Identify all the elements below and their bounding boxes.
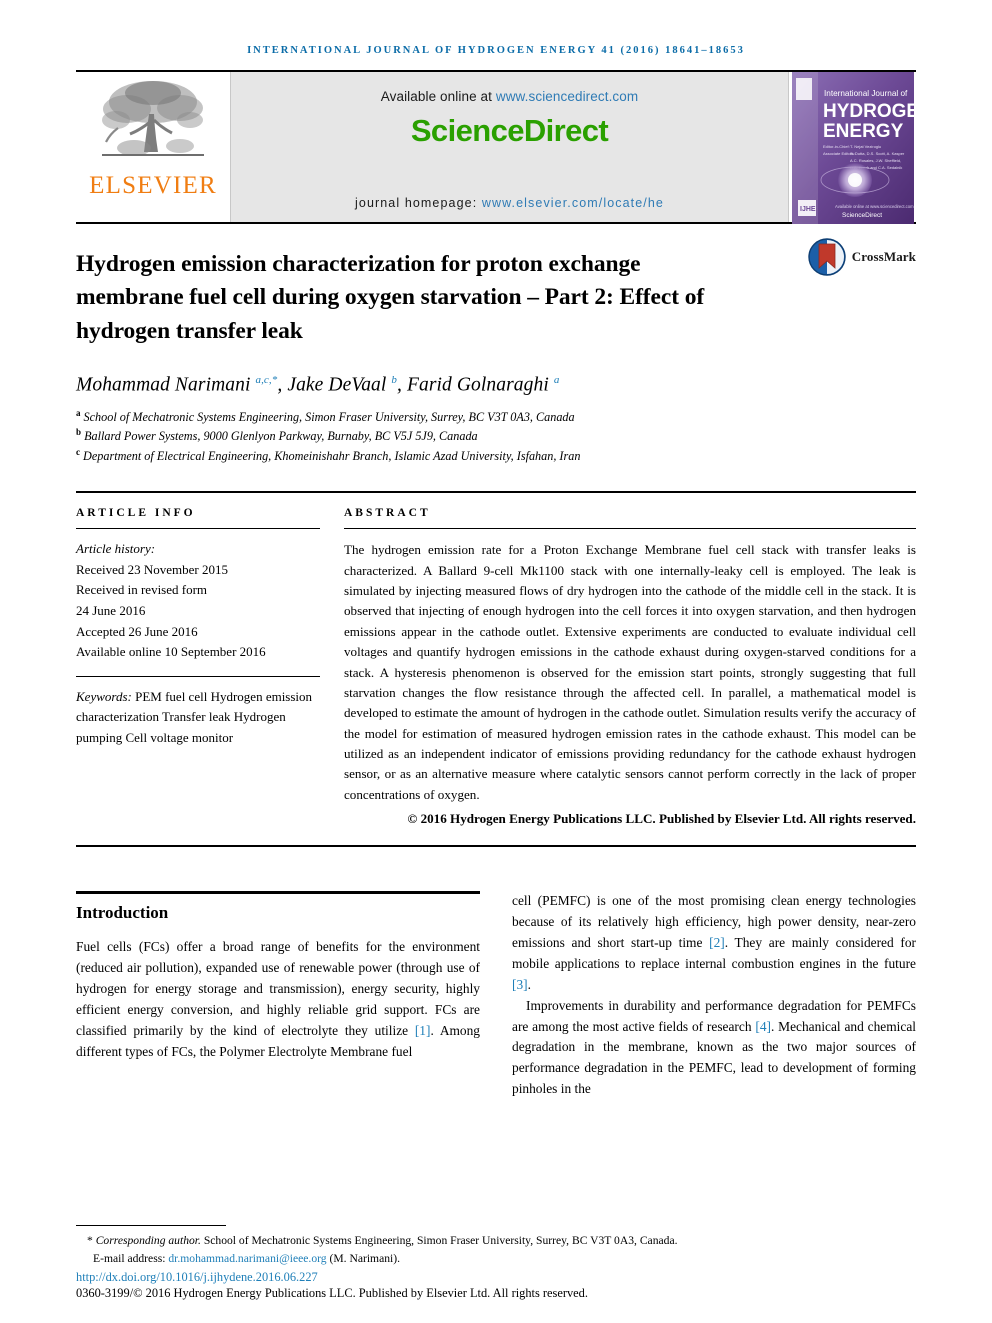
elsevier-wordmark: ELSEVIER	[89, 172, 217, 199]
issn-copyright-line: 0360-3199/© 2016 Hydrogen Energy Publica…	[76, 1286, 588, 1300]
journal-homepage-link[interactable]: www.elsevier.com/locate/he	[482, 196, 664, 210]
journal-masthead: ELSEVIER Available online at www.science…	[76, 70, 916, 224]
citation-ref-4[interactable]: [4]	[755, 1019, 771, 1034]
page-title: Hydrogen emission characterization for p…	[76, 251, 705, 344]
title-block: Hydrogen emission characterization for p…	[76, 224, 916, 348]
keyword-item: Transfer leak	[162, 709, 231, 725]
article-info-heading: Article info	[76, 507, 196, 520]
available-online-text: Available online at	[380, 89, 496, 104]
intro-right-c: .	[527, 976, 531, 992]
corresponding-author-label: Corresponding author.	[95, 1234, 201, 1248]
page-footnote: * Corresponding author. School of Mechat…	[76, 1225, 916, 1301]
svg-text:ScienceDirect: ScienceDirect	[842, 212, 882, 219]
history-line: 24 June 2016	[76, 603, 146, 618]
available-online-line: Available online at www.sciencedirect.co…	[381, 89, 639, 104]
elsevier-tree-icon	[102, 81, 204, 156]
footnote-rule	[76, 1225, 226, 1227]
sciencedirect-wordmark: ScienceDirect	[410, 113, 609, 148]
abstract-column: Abstract The hydrogen emission rate for …	[344, 507, 916, 827]
elsevier-logo-block: ELSEVIER	[76, 72, 231, 222]
journal-homepage-label: journal homepage:	[355, 196, 482, 210]
svg-text:HYDROGEN: HYDROGEN	[823, 101, 914, 122]
article-page: International Journal of Hydrogen Energy…	[0, 0, 992, 1323]
section-rule	[76, 891, 480, 895]
article-info-separator	[76, 675, 320, 677]
affiliation-list: a School of Mechatronic Systems Engineer…	[76, 407, 916, 466]
article-info-rule	[76, 528, 320, 530]
crossmark-icon	[808, 238, 846, 276]
author-list: Mohammad Narimani a,c,*, Jake DeVaal b, …	[76, 374, 560, 396]
email-line: E-mail address: dr.mohammad.narimani@iee…	[76, 1250, 916, 1267]
svg-text:A.C. Rosales, J.W. Sheffield,: A.C. Rosales, J.W. Sheffield,	[850, 158, 901, 163]
history-line: Received 23 November 2015	[76, 561, 228, 577]
abstract-heading: Abstract	[344, 507, 431, 520]
email-suffix: (M. Narimani).	[326, 1251, 401, 1265]
paragraph: cell (PEMFC) is one of the most promisin…	[512, 891, 916, 996]
paragraph: Fuel cells (FCs) offer a broad range of …	[76, 937, 480, 1062]
email-link[interactable]: dr.mohammad.narimani@ieee.org	[168, 1252, 326, 1265]
svg-text:S. Dutta, D.S. Scott, A. Kaspe: S. Dutta, D.S. Scott, A. Kasper	[850, 151, 905, 156]
affiliation-marker: a	[76, 407, 81, 418]
svg-text:Editor-in-Chief:: Editor-in-Chief:	[823, 144, 850, 149]
history-line: Available online 10 September 2016	[76, 644, 266, 660]
history-line: Received in revised form	[76, 582, 208, 598]
journal-homepage-line: journal homepage: www.elsevier.com/locat…	[231, 196, 788, 210]
keywords-heading: Keywords:	[76, 688, 132, 704]
abstract-rule	[344, 528, 916, 530]
keyword-item: PEM fuel cell	[135, 688, 208, 704]
crossmark-badge[interactable]: CrossMark	[808, 238, 916, 276]
article-info-column: Article info Article history: Received 2…	[76, 507, 320, 827]
article-history-heading: Article history:	[76, 541, 156, 557]
article-history-block: Article history: Received 23 November 20…	[76, 539, 320, 662]
abstract-bottom-rule	[76, 845, 916, 848]
section-heading-introduction: Introduction	[76, 903, 169, 923]
affiliation-marker: c	[76, 446, 80, 457]
svg-text:International Journal of: International Journal of	[824, 89, 908, 98]
journal-cover-image: International Journal of HYDROGEN ENERGY…	[791, 72, 914, 224]
corresponding-author-line: * Corresponding author. School of Mechat…	[76, 1232, 916, 1249]
body-column-left: Introduction Fuel cells (FCs) offer a br…	[76, 891, 480, 1100]
affiliation-marker: b	[76, 427, 82, 438]
info-abstract-region: Article info Article history: Received 2…	[76, 491, 916, 827]
corresponding-author-address: School of Mechatronic Systems Engineerin…	[200, 1234, 678, 1248]
email-label: E-mail address:	[93, 1251, 169, 1265]
abstract-text: The hydrogen emission rate for a Proton …	[344, 542, 916, 802]
body-column-right: cell (PEMFC) is one of the most promisin…	[512, 891, 916, 1100]
crossmark-label: CrossMark	[851, 249, 916, 264]
intro-right-text: cell (PEMFC) is one of the most promisin…	[512, 891, 916, 1100]
paragraph: Improvements in durability and performan…	[512, 996, 916, 1101]
abstract-copyright: © 2016 Hydrogen Energy Publications LLC.…	[407, 811, 916, 827]
sciencedirect-link[interactable]: www.sciencedirect.com	[496, 89, 638, 104]
svg-text:Available online at www.scienc: Available online at www.sciencedirect.co…	[835, 204, 914, 209]
affiliation-item: a School of Mechatronic Systems Engineer…	[76, 407, 575, 424]
keywords-block: Keywords: PEM fuel cell Hydrogen emissio…	[76, 687, 320, 749]
corresponding-marker: *	[87, 1234, 93, 1248]
doi-link[interactable]: http://dx.doi.org/10.1016/j.ijhydene.201…	[76, 1270, 916, 1285]
history-line: Accepted 26 June 2016	[76, 623, 198, 639]
sciencedirect-banner: Available online at www.sciencedirect.co…	[231, 72, 788, 222]
affiliation-item: c Department of Electrical Engineering, …	[76, 446, 581, 463]
running-head: International Journal of Hydrogen Energy…	[247, 45, 745, 56]
citation-ref-1[interactable]: [1]	[415, 1023, 431, 1038]
intro-left-text: Fuel cells (FCs) offer a broad range of …	[76, 937, 480, 1062]
citation-ref-2[interactable]: [2]	[709, 935, 725, 950]
svg-text:ENERGY: ENERGY	[823, 121, 904, 142]
journal-cover-block: International Journal of HYDROGEN ENERGY…	[788, 72, 916, 224]
affiliation-item: b Ballard Power Systems, 9000 Glenlyon P…	[76, 427, 478, 444]
keyword-item: Cell voltage monitor	[125, 729, 234, 745]
svg-text:T. Nejat Veziroglu: T. Nejat Veziroglu	[850, 144, 881, 149]
svg-text:IJHE: IJHE	[800, 206, 816, 213]
citation-ref-3[interactable]: [3]	[512, 977, 528, 992]
body-columns: Introduction Fuel cells (FCs) offer a br…	[76, 891, 916, 1100]
